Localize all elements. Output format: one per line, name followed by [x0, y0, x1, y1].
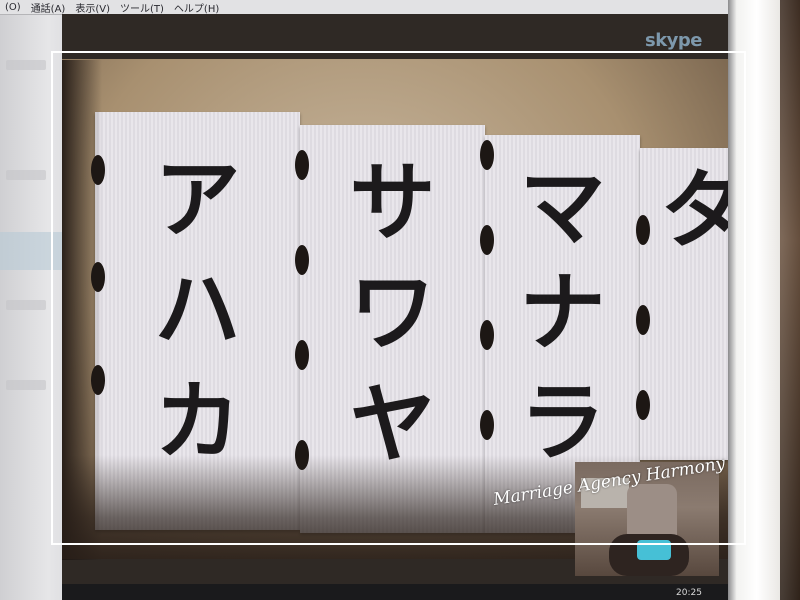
binder-hole	[636, 215, 650, 245]
menu-bar: (O) 通話(A) 表示(V) ツール(T) ヘルプ(H)	[0, 0, 730, 15]
binder-hole	[636, 305, 650, 335]
binder-hole	[91, 365, 105, 395]
card-glyph: ヤ	[349, 375, 436, 475]
menu-item-help[interactable]: ヘルプ(H)	[169, 0, 224, 15]
binder-hole	[480, 140, 494, 170]
sidebar-row[interactable]	[6, 300, 46, 310]
binder-hole	[295, 150, 309, 180]
binder-hole	[91, 155, 105, 185]
binder-hole	[295, 340, 309, 370]
card-glyph: タ	[660, 161, 728, 261]
menu-item-tools[interactable]: ツール(T)	[115, 0, 169, 15]
binder-hole	[636, 390, 650, 420]
sidebar-row[interactable]	[6, 170, 46, 180]
camera-icon	[637, 540, 671, 560]
card-glyph: ワ	[349, 263, 436, 363]
menu-item-view[interactable]: 表示(V)	[70, 0, 115, 15]
kana-card-1: ア ハ カ	[95, 112, 300, 530]
binder-hole	[480, 225, 494, 255]
binder-hole	[480, 320, 494, 350]
card-glyph: サ	[349, 153, 436, 253]
taskbar-clock: 20:25	[676, 588, 702, 598]
kana-card-2: サ ワ ヤ	[300, 125, 485, 533]
card-glyph: カ	[154, 372, 241, 472]
skype-logo: skype	[645, 30, 703, 51]
sidebar-row[interactable]	[6, 60, 46, 70]
card-glyph: ナ	[519, 263, 606, 363]
binder-hole	[91, 262, 105, 292]
binder-hole	[295, 440, 309, 470]
kana-card-4: タ	[640, 148, 728, 460]
card-glyph: ラ	[519, 373, 606, 473]
monitor-edge	[780, 0, 800, 600]
menu-item-call[interactable]: 通話(A)	[26, 0, 71, 15]
taskbar	[62, 584, 728, 600]
card-glyph: ア	[154, 150, 241, 250]
sidebar-row[interactable]	[6, 380, 46, 390]
binder-hole	[480, 410, 494, 440]
binder-hole	[295, 245, 309, 275]
menu-item-0[interactable]: (O)	[0, 2, 26, 13]
card-glyph: ハ	[154, 260, 241, 360]
card-glyph: マ	[519, 158, 606, 258]
